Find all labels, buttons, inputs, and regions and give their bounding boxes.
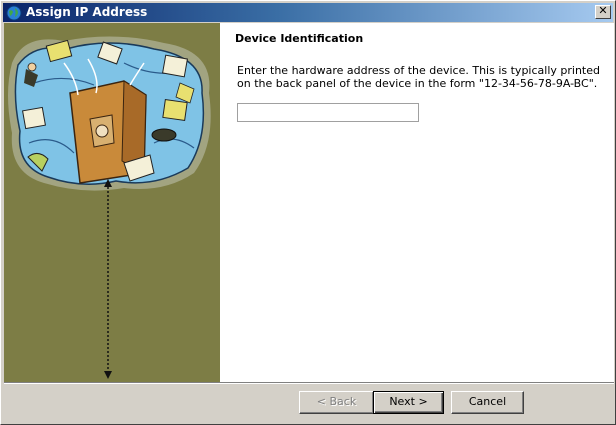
instructions-text: Enter the hardware address of the device… (237, 64, 600, 90)
assign-ip-dialog: Assign IP Address ✕ Device Identificatio… (0, 0, 616, 425)
network-illustration (8, 36, 211, 379)
button-separator (4, 382, 614, 384)
window-title: Assign IP Address (26, 5, 148, 19)
page-title: Device Identification (235, 32, 364, 45)
back-button[interactable]: < Back (299, 391, 374, 414)
hardware-address-input[interactable] (237, 103, 419, 122)
wizard-side-panel (4, 23, 220, 382)
globe-icon (6, 5, 22, 21)
title-bar[interactable]: Assign IP Address ✕ (3, 3, 613, 22)
wizard-content: Device Identification Enter the hardware… (220, 23, 614, 382)
close-button[interactable]: ✕ (595, 4, 611, 19)
close-icon: ✕ (598, 4, 608, 17)
next-button[interactable]: Next > (373, 391, 444, 414)
cancel-button[interactable]: Cancel (451, 391, 524, 414)
